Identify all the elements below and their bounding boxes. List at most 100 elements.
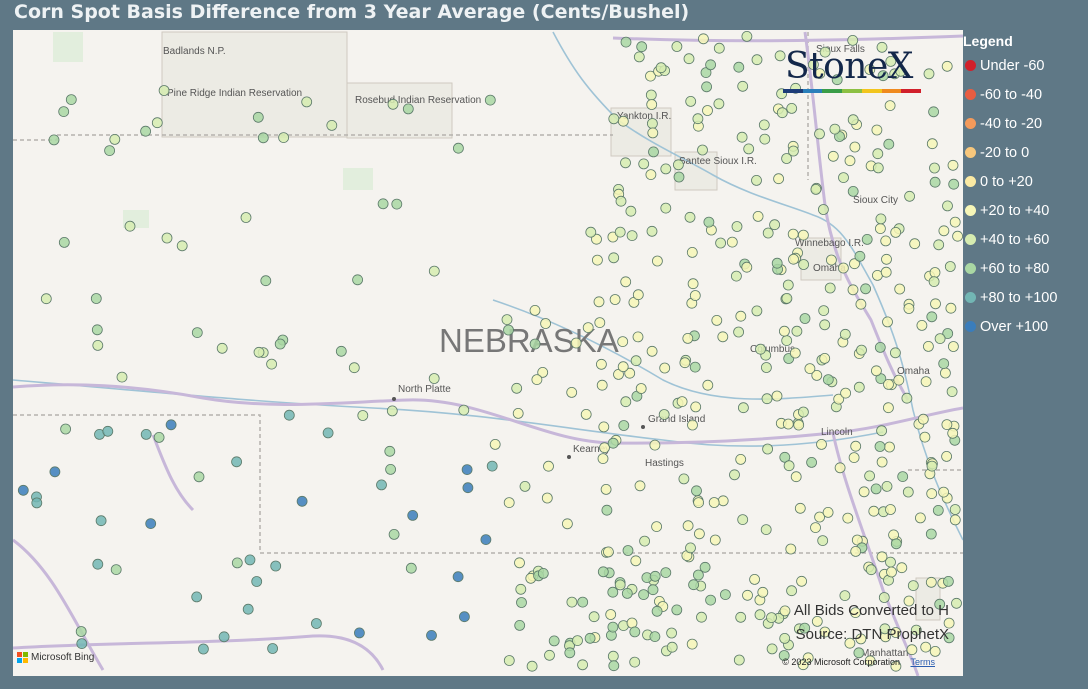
bid-marker[interactable] (531, 374, 543, 386)
bid-marker[interactable] (244, 554, 256, 566)
bid-marker[interactable] (689, 361, 701, 373)
bid-marker[interactable] (386, 405, 398, 417)
bid-marker[interactable] (688, 579, 699, 591)
bid-marker[interactable] (598, 421, 610, 433)
bid-marker[interactable] (781, 335, 793, 347)
bid-marker[interactable] (426, 630, 437, 641)
bid-marker[interactable] (566, 596, 578, 608)
bid-marker[interactable] (880, 235, 892, 247)
bid-marker[interactable] (512, 407, 524, 419)
bid-marker[interactable] (376, 479, 387, 491)
bid-marker[interactable] (903, 303, 915, 314)
bid-marker[interactable] (60, 423, 71, 435)
bid-marker[interactable] (597, 566, 609, 578)
bid-marker[interactable] (788, 253, 799, 265)
bid-marker[interactable] (810, 522, 821, 534)
bid-marker[interactable] (842, 512, 854, 524)
bid-marker[interactable] (582, 322, 594, 334)
bid-marker[interactable] (749, 574, 760, 585)
bid-marker[interactable] (840, 387, 851, 399)
bid-marker[interactable] (603, 546, 614, 558)
bid-marker[interactable] (948, 341, 959, 352)
bid-marker[interactable] (540, 318, 551, 329)
bid-marker[interactable] (934, 333, 946, 345)
bid-marker[interactable] (161, 232, 173, 244)
bid-marker[interactable] (822, 374, 834, 386)
bid-marker[interactable] (916, 319, 928, 331)
bid-marker[interactable] (942, 200, 953, 212)
bid-marker[interactable] (717, 495, 729, 507)
bid-marker[interactable] (48, 134, 60, 146)
bid-marker[interactable] (348, 362, 360, 374)
bid-marker[interactable] (762, 227, 774, 239)
bid-marker[interactable] (941, 450, 952, 462)
bid-marker[interactable] (875, 223, 886, 235)
bid-marker[interactable] (874, 441, 886, 452)
bid-marker[interactable] (231, 557, 243, 569)
bid-marker[interactable] (705, 594, 716, 606)
bid-marker[interactable] (660, 163, 672, 175)
bid-marker[interactable] (617, 115, 629, 127)
bid-marker[interactable] (686, 246, 698, 258)
bid-marker[interactable] (890, 226, 902, 238)
bid-marker[interactable] (90, 293, 102, 304)
bid-marker[interactable] (218, 631, 230, 643)
bid-marker[interactable] (461, 464, 473, 476)
bid-marker[interactable] (806, 456, 817, 468)
bid-marker[interactable] (608, 113, 620, 125)
bid-marker[interactable] (838, 172, 849, 184)
bid-marker[interactable] (715, 237, 726, 249)
bid-marker[interactable] (761, 393, 773, 405)
bid-marker[interactable] (737, 514, 749, 526)
bid-marker[interactable] (766, 643, 778, 655)
bid-marker[interactable] (617, 336, 629, 348)
bid-marker[interactable] (49, 466, 61, 478)
legend-item[interactable]: 0 to +20 (963, 167, 1088, 196)
bid-marker[interactable] (649, 439, 661, 451)
bid-marker[interactable] (645, 169, 657, 181)
bid-marker[interactable] (883, 402, 894, 414)
bid-marker[interactable] (909, 238, 921, 250)
bid-marker[interactable] (646, 225, 658, 237)
bid-marker[interactable] (870, 483, 882, 495)
bid-marker[interactable] (678, 473, 690, 485)
bid-marker[interactable] (310, 618, 322, 629)
bid-marker[interactable] (352, 274, 364, 286)
bid-marker[interactable] (708, 497, 720, 508)
bid-marker[interactable] (671, 41, 683, 52)
bid-marker[interactable] (617, 361, 629, 373)
bid-marker[interactable] (543, 460, 554, 472)
bid-marker[interactable] (145, 518, 157, 530)
bid-marker[interactable] (691, 485, 702, 497)
bid-marker[interactable] (751, 305, 763, 317)
bid-marker[interactable] (95, 515, 107, 527)
bid-marker[interactable] (847, 284, 859, 296)
bid-marker[interactable] (692, 113, 704, 125)
legend-item[interactable]: +20 to +40 (963, 196, 1088, 225)
bid-marker[interactable] (876, 551, 888, 563)
bid-marker[interactable] (758, 119, 770, 131)
bid-marker[interactable] (645, 89, 657, 101)
bid-marker[interactable] (686, 638, 698, 650)
bid-marker[interactable] (585, 226, 597, 238)
bid-marker[interactable] (810, 183, 822, 195)
bid-marker[interactable] (402, 103, 414, 115)
bid-marker[interactable] (847, 34, 859, 46)
bid-marker[interactable] (511, 382, 523, 394)
bid-marker[interactable] (116, 371, 128, 383)
bid-marker[interactable] (480, 534, 492, 546)
bid-marker[interactable] (514, 620, 526, 631)
bid-marker[interactable] (733, 61, 745, 73)
bid-marker[interactable] (158, 85, 170, 96)
bid-marker[interactable] (757, 586, 769, 598)
bid-marker[interactable] (897, 471, 909, 483)
bid-marker[interactable] (630, 555, 642, 567)
bid-marker[interactable] (881, 253, 892, 265)
terms-link[interactable]: Terms (911, 657, 936, 667)
bid-marker[interactable] (501, 314, 513, 326)
bid-marker[interactable] (888, 529, 899, 541)
bid-marker[interactable] (609, 294, 621, 305)
bid-marker[interactable] (874, 341, 886, 353)
bid-marker[interactable] (694, 528, 705, 540)
bid-marker[interactable] (923, 340, 934, 352)
